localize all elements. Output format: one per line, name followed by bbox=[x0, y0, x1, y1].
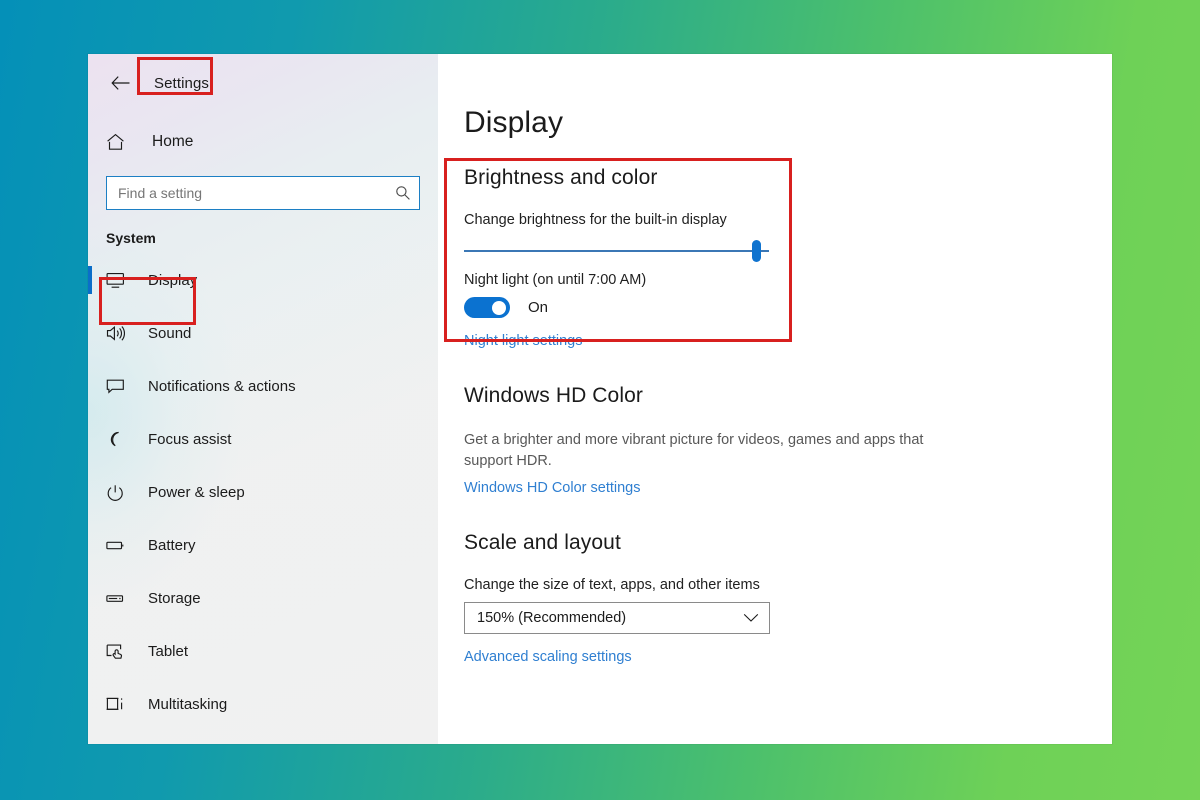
night-light-state-label: On bbox=[528, 299, 549, 316]
night-light-settings-link[interactable]: Night light settings bbox=[464, 333, 582, 349]
sidebar-item-notifications-label: Notifications & actions bbox=[148, 378, 296, 395]
brightness-slider-thumb[interactable] bbox=[752, 240, 762, 262]
sidebar-nav-list: Display Sound Notifications & actions Fo… bbox=[88, 252, 438, 731]
sidebar-header: Settings bbox=[88, 54, 438, 112]
sidebar-item-power-sleep[interactable]: Power & sleep bbox=[88, 466, 438, 519]
settings-sidebar: Settings Home Find a setting System Disp… bbox=[88, 54, 438, 744]
sidebar-item-home-label: Home bbox=[152, 133, 194, 150]
back-arrow-icon[interactable] bbox=[104, 68, 138, 98]
settings-content: Display Brightness and color Change brig… bbox=[438, 54, 1112, 744]
scale-and-layout-section: Scale and layout Change the size of text… bbox=[464, 531, 1112, 666]
night-light-label: Night light (on until 7:00 AM) bbox=[464, 272, 647, 288]
sidebar-group-label: System bbox=[106, 230, 156, 246]
multitasking-icon bbox=[106, 696, 134, 713]
tablet-icon bbox=[106, 643, 134, 660]
brightness-and-color-section: Brightness and color Change brightness f… bbox=[464, 166, 1112, 318]
notification-icon bbox=[106, 378, 134, 395]
desktop-background: Settings Home Find a setting System Disp… bbox=[0, 0, 1200, 800]
sidebar-item-multitasking-label: Multitasking bbox=[148, 696, 228, 713]
scale-dropdown-value: 150% (Recommended) bbox=[477, 610, 627, 627]
sidebar-item-tablet-label: Tablet bbox=[148, 643, 189, 660]
hd-color-settings-link[interactable]: Windows HD Color settings bbox=[464, 480, 640, 496]
sidebar-item-tablet[interactable]: Tablet bbox=[88, 625, 438, 678]
settings-window: Settings Home Find a setting System Disp… bbox=[88, 54, 1112, 744]
sidebar-item-sound[interactable]: Sound bbox=[88, 307, 438, 360]
search-box[interactable] bbox=[106, 176, 420, 210]
brightness-slider[interactable] bbox=[464, 240, 769, 262]
power-icon bbox=[106, 484, 134, 501]
night-light-toggle-row[interactable]: On bbox=[464, 297, 1112, 318]
windows-hd-color-section: Windows HD Color Get a brighter and more… bbox=[464, 384, 1112, 497]
sidebar-item-sound-label: Sound bbox=[148, 325, 192, 342]
search-icon[interactable] bbox=[395, 185, 411, 201]
moon-icon bbox=[106, 431, 134, 448]
search-input[interactable] bbox=[118, 185, 395, 201]
window-title: Settings bbox=[154, 74, 209, 92]
sidebar-item-power-sleep-label: Power & sleep bbox=[148, 484, 245, 501]
battery-icon bbox=[106, 537, 134, 554]
night-light-toggle[interactable] bbox=[464, 297, 510, 318]
scale-dropdown[interactable]: 150% (Recommended) bbox=[464, 602, 770, 635]
sidebar-item-storage[interactable]: Storage bbox=[88, 572, 438, 625]
scale-section-title: Scale and layout bbox=[464, 531, 621, 555]
sidebar-item-battery-label: Battery bbox=[148, 537, 196, 554]
brightness-section-title: Brightness and color bbox=[464, 166, 658, 189]
hd-color-section-title: Windows HD Color bbox=[464, 384, 643, 407]
scale-label: Change the size of text, apps, and other… bbox=[464, 577, 760, 594]
home-icon bbox=[106, 133, 136, 151]
storage-icon bbox=[106, 590, 134, 607]
brightness-slider-track[interactable] bbox=[464, 250, 769, 252]
sidebar-item-display-label: Display bbox=[148, 272, 198, 289]
sidebar-item-focus-assist-label: Focus assist bbox=[148, 431, 232, 448]
toggle-knob bbox=[492, 300, 506, 315]
sidebar-item-notifications[interactable]: Notifications & actions bbox=[88, 360, 438, 413]
chevron-down-icon[interactable] bbox=[743, 613, 759, 623]
monitor-icon bbox=[106, 272, 134, 289]
hd-color-description: Get a brighter and more vibrant picture … bbox=[464, 432, 924, 469]
page-title: Display bbox=[464, 106, 564, 139]
sidebar-item-storage-label: Storage bbox=[148, 590, 201, 607]
brightness-label: Change brightness for the built-in displ… bbox=[464, 212, 727, 228]
advanced-scaling-settings-link[interactable]: Advanced scaling settings bbox=[464, 649, 632, 665]
sidebar-item-multitasking[interactable]: Multitasking bbox=[88, 678, 438, 731]
speaker-icon bbox=[106, 325, 134, 342]
sidebar-item-home[interactable]: Home bbox=[88, 120, 438, 164]
sidebar-item-focus-assist[interactable]: Focus assist bbox=[88, 413, 438, 466]
sidebar-item-battery[interactable]: Battery bbox=[88, 519, 438, 572]
sidebar-item-display[interactable]: Display bbox=[88, 254, 438, 307]
